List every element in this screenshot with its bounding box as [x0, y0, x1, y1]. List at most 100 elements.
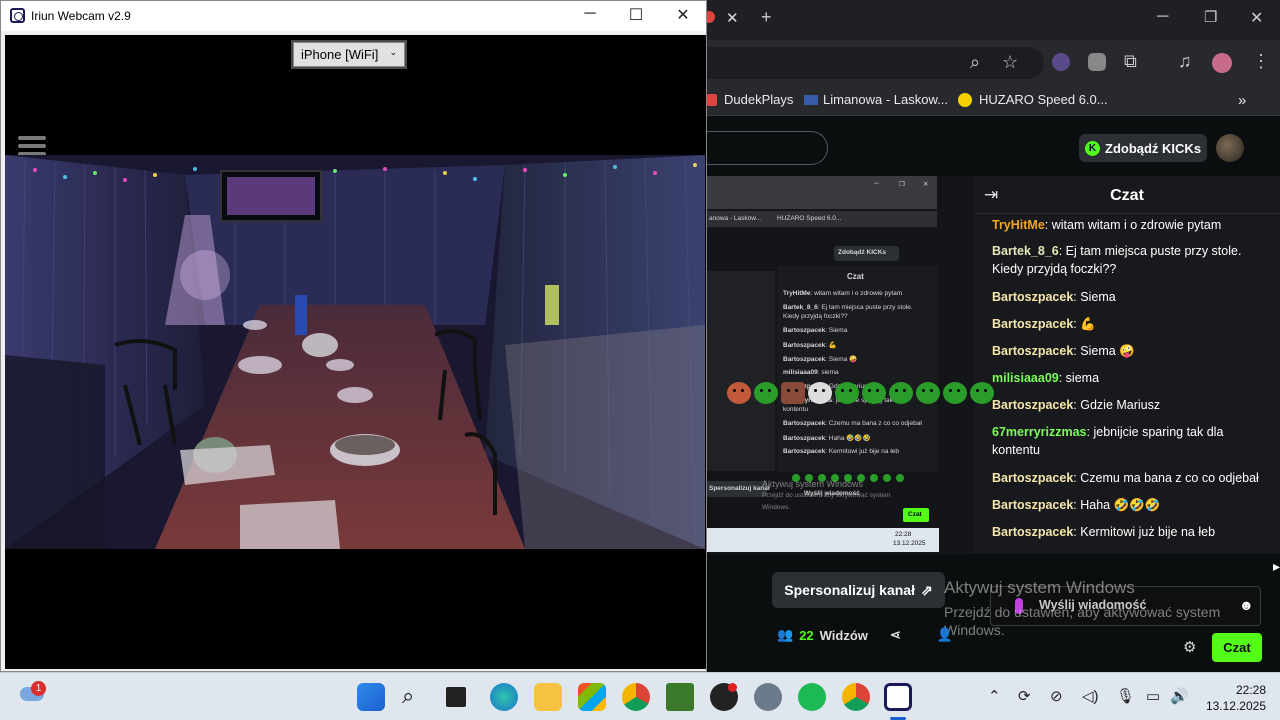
extensions-puzzle-icon[interactable]: ⧉: [1124, 51, 1137, 72]
minimize-icon[interactable]: ─: [567, 5, 613, 23]
task-view-icon[interactable]: [446, 687, 466, 707]
notification-dot: [728, 683, 737, 692]
zdobadz-kicks-button[interactable]: K Zdobądź KICKs: [1079, 134, 1207, 162]
camera-select[interactable]: iPhone [WiFi] ⌄: [293, 42, 405, 67]
chat-message: Bartoszpacek: Czemu ma bana z co co odje…: [992, 469, 1272, 487]
nested-clock-time: 22:28: [895, 531, 912, 538]
iriun-app-icon: [10, 8, 25, 23]
chrome-icon-2[interactable]: [842, 683, 870, 711]
emote-icon[interactable]: [970, 382, 994, 404]
chat-username[interactable]: Bartoszpacek: [992, 471, 1073, 485]
chat-username[interactable]: Bartoszpacek: [992, 398, 1073, 412]
emote-icon[interactable]: [943, 382, 967, 404]
media-control-icon[interactable]: ♫: [1178, 51, 1192, 72]
nested-chat-username: TryHitMe: [783, 290, 811, 297]
chat-message: Bartoszpacek: Haha 🤣🤣🤣: [992, 496, 1272, 514]
zoom-icon[interactable]: ⌕: [970, 52, 980, 73]
windows-taskbar: 1 ⌕ ⌃ ⟳ ⊘ ◁) 🎙 ▭ 🔊 22:28 13.12.2025: [0, 672, 1280, 720]
nested-window-controls: ─ ❐ ✕: [874, 180, 929, 188]
taskbar-clock[interactable]: 22:28 13.12.2025: [1206, 682, 1266, 714]
add-user-icon[interactable]: 👤: [937, 627, 953, 643]
minecraft-icon[interactable]: [666, 683, 694, 711]
chat-username[interactable]: Bartoszpacek: [992, 317, 1073, 331]
maximize-icon[interactable]: ☐: [613, 5, 659, 25]
viewers-icon: 👥: [777, 627, 794, 642]
emote-icon[interactable]: [889, 382, 913, 404]
sync-icon[interactable]: ⟳: [1018, 687, 1031, 705]
bookmark-huzaro[interactable]: HUZARO Speed 6.0...: [979, 92, 1108, 107]
camera-feed-image: [5, 155, 705, 549]
restore-icon[interactable]: ❐: [1204, 8, 1217, 26]
share-icon[interactable]: ⋖: [890, 627, 901, 643]
chat-settings-icon[interactable]: ⚙: [1183, 638, 1196, 656]
nested-chat-message: milisiaaa09: siema: [783, 369, 839, 376]
emote-icon[interactable]: [862, 382, 886, 404]
stream-video[interactable]: ─ ❐ ✕ anowa - Laskow... HUZARO Speed 6.0…: [707, 176, 974, 554]
user-avatar[interactable]: [1216, 134, 1244, 162]
nested-chat-text: 💪: [828, 342, 837, 349]
kick-search-input[interactable]: [697, 131, 828, 165]
extension-icon-2[interactable]: [1088, 53, 1106, 71]
bookmark-star-icon[interactable]: ☆: [1002, 52, 1018, 73]
new-tab-icon[interactable]: +: [761, 7, 772, 28]
emote-icon[interactable]: [781, 382, 805, 404]
emote-icon[interactable]: [808, 382, 832, 404]
network-status-icon[interactable]: ⊘: [1050, 687, 1063, 705]
volume-icon[interactable]: 🔊: [1170, 687, 1189, 705]
chat-username[interactable]: Bartek_8_6: [992, 244, 1059, 258]
file-explorer-icon[interactable]: [534, 683, 562, 711]
extension-icon-1[interactable]: [1052, 53, 1070, 71]
iriun-titlebar[interactable]: Iriun Webcam v2.9 ─ ☐ ✕: [1, 1, 706, 31]
chat-username[interactable]: TryHitMe: [992, 218, 1045, 232]
bookmark-dudekplays[interactable]: DudekPlays: [724, 92, 793, 107]
bookmarks-more-icon[interactable]: »: [1238, 92, 1246, 109]
close-tab-icon[interactable]: ✕: [726, 9, 739, 27]
iriun-taskbar-icon[interactable]: [884, 683, 912, 711]
personalize-channel-button[interactable]: Spersonalizuj kanał ⇗: [772, 572, 945, 608]
emote-icon[interactable]: [754, 382, 778, 404]
chat-username[interactable]: Bartoszpacek: [992, 525, 1073, 539]
tray-overflow-icon[interactable]: ⌃: [988, 687, 1001, 705]
chat-username[interactable]: Bartoszpacek: [992, 344, 1073, 358]
chat-message: Bartek_8_6: Ej tam miejsca puste przy st…: [992, 242, 1272, 278]
external-link-icon: ⇗: [920, 581, 933, 598]
youtube-icon: [707, 94, 717, 106]
send-chat-button[interactable]: Czat: [1212, 633, 1262, 662]
browser-tab-bar: ✕ + ─ ❐ ✕: [703, 0, 1280, 40]
chrome-icon[interactable]: [622, 683, 650, 711]
emote-icon[interactable]: [916, 382, 940, 404]
emote-icon[interactable]: [727, 382, 751, 404]
display-icon[interactable]: ▭: [1146, 687, 1160, 705]
close-icon[interactable]: ✕: [660, 5, 706, 25]
chat-message: Bartoszpacek: Kermitowi już bije na łeb: [992, 523, 1272, 541]
chat-username[interactable]: Bartoszpacek: [992, 290, 1073, 304]
nested-chat-username: Bartoszpacek: [783, 342, 826, 349]
close-window-icon[interactable]: ✕: [1250, 8, 1263, 28]
settings-gear-icon[interactable]: [754, 683, 782, 711]
chat-username[interactable]: Bartoszpacek: [992, 498, 1073, 512]
nested-bookmark-2: HUZARO Speed 6.0...: [777, 215, 842, 222]
search-icon[interactable]: ⌕: [402, 683, 430, 711]
emoji-picker-icon[interactable]: ☻: [1239, 597, 1254, 613]
spotify-icon[interactable]: [798, 683, 826, 711]
store-icon[interactable]: [578, 683, 606, 711]
edge-icon[interactable]: [490, 683, 518, 711]
start-button[interactable]: [357, 683, 385, 711]
hamburger-menu-icon[interactable]: [18, 136, 46, 156]
address-bar[interactable]: ⌕ ☆: [707, 47, 1044, 79]
menu-kebab-icon[interactable]: ⋮: [1252, 51, 1270, 72]
minimize-icon[interactable]: ─: [1157, 8, 1168, 26]
profile-avatar[interactable]: [1212, 53, 1232, 73]
bookmark-limanowa[interactable]: Limanowa - Laskow...: [823, 92, 948, 107]
nested-personalize-button: Spersonalizuj kanał: [707, 481, 770, 497]
chat-username[interactable]: milisiaaa09: [992, 371, 1059, 385]
bookmarks-bar: DudekPlays Limanowa - Laskow... HUZARO S…: [707, 84, 1280, 116]
emote-icon[interactable]: [835, 382, 859, 404]
chat-message: TryHitMe: witam witam i o zdrowie pytam: [992, 216, 1272, 234]
audio-icon[interactable]: ◁): [1082, 687, 1099, 705]
nested-chat-text: Siema: [828, 327, 848, 334]
chat-message: milisiaaa09: siema: [992, 369, 1272, 387]
chat-username[interactable]: 67merryrizzmas: [992, 425, 1087, 439]
nested-chat-message: Bartoszpacek: 💪: [783, 342, 837, 349]
microphone-icon[interactable]: 🎙: [1116, 687, 1135, 705]
